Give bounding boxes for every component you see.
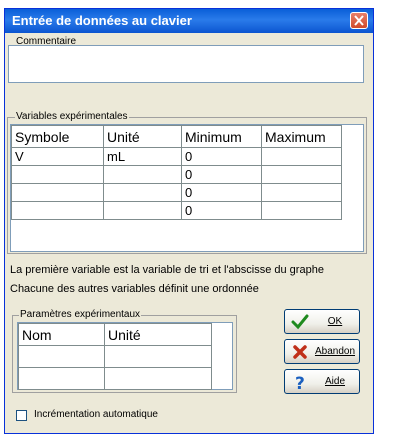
- question-mark-icon: ?: [295, 374, 305, 391]
- variables-legend: Variables expérimentales: [15, 111, 129, 123]
- cell-minimum[interactable]: 0: [181, 183, 262, 202]
- cell-unite[interactable]: [103, 165, 182, 184]
- cell-unite[interactable]: mL: [103, 147, 182, 166]
- variables-table: Symbole Unité Minimum Maximum V mL 0 0 0…: [10, 124, 364, 252]
- cell-unite[interactable]: [103, 201, 182, 220]
- cell-minimum[interactable]: 0: [181, 147, 262, 166]
- cell-unite[interactable]: [103, 183, 182, 202]
- header-maximum: Maximum: [261, 125, 342, 148]
- cell-maximum[interactable]: [261, 201, 342, 220]
- table-row: 0: [11, 183, 342, 202]
- cross-icon: [293, 345, 307, 359]
- cell-nom[interactable]: [18, 367, 105, 390]
- cell-unite[interactable]: [104, 367, 212, 390]
- cell-minimum[interactable]: 0: [181, 201, 262, 220]
- ok-button-label: OK: [327, 316, 343, 327]
- table-row: [18, 367, 212, 390]
- title-bar[interactable]: Entrée de données au clavier: [5, 9, 373, 33]
- cell-symbole[interactable]: V: [11, 147, 104, 166]
- parameters-table: Nom Unité: [17, 322, 233, 390]
- table-row: V mL 0: [11, 147, 342, 166]
- header-minimum: Minimum: [181, 125, 262, 148]
- cell-maximum[interactable]: [261, 147, 342, 166]
- table-row: 0: [11, 165, 342, 184]
- variables-header-row: Symbole Unité Minimum Maximum: [11, 125, 342, 148]
- abandon-button-label: Abandon: [314, 346, 356, 357]
- aide-button-label: Aide: [324, 376, 345, 387]
- auto-increment-label: Incrémentation automatique: [34, 409, 158, 420]
- comment-field[interactable]: [8, 45, 364, 83]
- cell-symbole[interactable]: [11, 201, 104, 220]
- header-unite: Unité: [103, 125, 182, 148]
- table-row: 0: [11, 201, 342, 220]
- parameters-header-row: Nom Unité: [18, 323, 212, 346]
- close-button[interactable]: [350, 12, 368, 29]
- cell-maximum[interactable]: [261, 183, 342, 202]
- header-symbole: Symbole: [11, 125, 104, 148]
- header-nom: Nom: [18, 323, 105, 346]
- cell-symbole[interactable]: [11, 183, 104, 202]
- cell-nom[interactable]: [18, 345, 105, 368]
- aide-button[interactable]: ? Aide: [284, 369, 360, 394]
- info-line-1: La première variable est la variable de …: [10, 264, 324, 276]
- cell-unite[interactable]: [104, 345, 212, 368]
- header-unite: Unité: [104, 323, 212, 346]
- abandon-button[interactable]: Abandon: [284, 339, 360, 364]
- info-line-2: Chacune des autres variables définit une…: [10, 283, 259, 295]
- checkmark-icon: [291, 314, 309, 330]
- close-icon: [354, 15, 364, 26]
- cell-maximum[interactable]: [261, 165, 342, 184]
- cell-symbole[interactable]: [11, 165, 104, 184]
- window-title: Entrée de données au clavier: [12, 13, 192, 28]
- cell-minimum[interactable]: 0: [181, 165, 262, 184]
- svg-text:?: ?: [295, 374, 305, 391]
- auto-increment-checkbox[interactable]: [16, 410, 27, 421]
- table-row: [18, 345, 212, 368]
- ok-button[interactable]: OK: [284, 309, 360, 334]
- parameters-legend: Paramètres expérimentaux: [19, 309, 142, 321]
